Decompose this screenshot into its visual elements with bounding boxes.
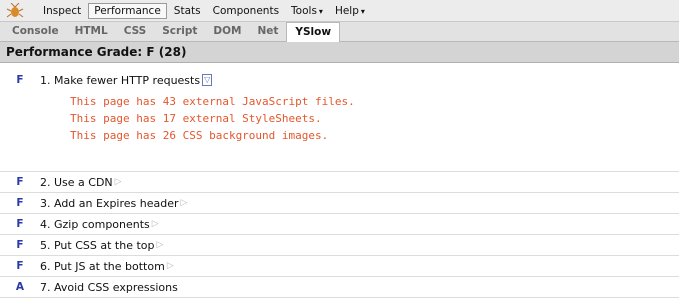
rule-label[interactable]: 3. Add an Expires header [40, 197, 179, 210]
menu-help[interactable]: Help ▾ [330, 4, 370, 18]
menu-help-label: Help [334, 4, 359, 17]
menu-performance[interactable]: Performance [88, 2, 167, 19]
panel-tabbar: Console HTML CSS Script DOM Net YSlow [0, 22, 679, 42]
rule-label[interactable]: 2. Use a CDN [40, 176, 113, 189]
chevron-down-icon: ▾ [318, 6, 323, 16]
menu-tools[interactable]: Tools ▾ [286, 4, 328, 18]
rule-grade: F [16, 197, 24, 209]
rule-item[interactable]: F 3. Add an Expires header ▷ [0, 193, 679, 214]
rule-item[interactable]: F 6. Put JS at the bottom ▷ [0, 256, 679, 277]
rule-item[interactable]: F 2. Use a CDN ▷ [0, 172, 679, 193]
menubar: Inspect Performance Stats Components Too… [0, 0, 679, 22]
expand-triangle-icon[interactable]: ▷ [152, 219, 159, 229]
rule-item[interactable]: F 4. Gzip components ▷ [0, 214, 679, 235]
rule-label[interactable]: 6. Put JS at the bottom [40, 260, 165, 273]
rule-detail-line: This page has 43 external JavaScript fil… [70, 95, 355, 108]
rule-details: This page has 43 external JavaScript fil… [0, 89, 679, 144]
expand-triangle-icon[interactable]: ▷ [156, 240, 163, 250]
rule-detail-line: This page has 17 external StyleSheets. [70, 112, 322, 125]
menu-components[interactable]: Components [208, 4, 284, 18]
performance-grade-header: Performance Grade: F (28) [0, 42, 679, 63]
firebug-bug-icon[interactable] [4, 2, 26, 20]
rule-grade: F [16, 176, 24, 188]
rule-item-expanded: F 1. Make fewer HTTP requests ▽ This pag… [0, 63, 679, 172]
chevron-down-icon: ▾ [360, 6, 365, 16]
tab-net[interactable]: Net [249, 22, 286, 41]
rule-detail-line: This page has 26 CSS background images. [70, 129, 329, 142]
tab-yslow[interactable]: YSlow [286, 22, 341, 42]
rule-item[interactable]: A 7. Avoid CSS expressions [0, 277, 679, 298]
rule-item[interactable]: F 5. Put CSS at the top ▷ [0, 235, 679, 256]
rule-grade: F [16, 218, 24, 230]
rule-label[interactable]: 5. Put CSS at the top [40, 239, 154, 252]
expand-triangle-icon[interactable]: ▷ [167, 261, 174, 271]
rule-label[interactable]: 1. Make fewer HTTP requests [40, 74, 200, 87]
tab-script[interactable]: Script [154, 22, 205, 41]
rule-label[interactable]: 4. Gzip components [40, 218, 150, 231]
tab-html[interactable]: HTML [67, 22, 116, 41]
tab-dom[interactable]: DOM [205, 22, 249, 41]
rule-grade: A [15, 281, 25, 293]
menu-inspect[interactable]: Inspect [38, 4, 86, 18]
rules-list: F 1. Make fewer HTTP requests ▽ This pag… [0, 63, 679, 298]
menu-stats[interactable]: Stats [169, 4, 206, 18]
rule-grade: F [16, 260, 24, 272]
menu-tools-label: Tools [291, 4, 317, 17]
rule-grade: F [16, 239, 24, 251]
expand-triangle-icon[interactable]: ▽ [202, 74, 213, 86]
expand-triangle-icon[interactable]: ▷ [115, 177, 122, 187]
rule-grade: F [16, 74, 24, 86]
tab-console[interactable]: Console [4, 22, 67, 41]
tab-css[interactable]: CSS [116, 22, 155, 41]
rule-label[interactable]: 7. Avoid CSS expressions [40, 281, 178, 294]
expand-triangle-icon[interactable]: ▷ [181, 198, 188, 208]
